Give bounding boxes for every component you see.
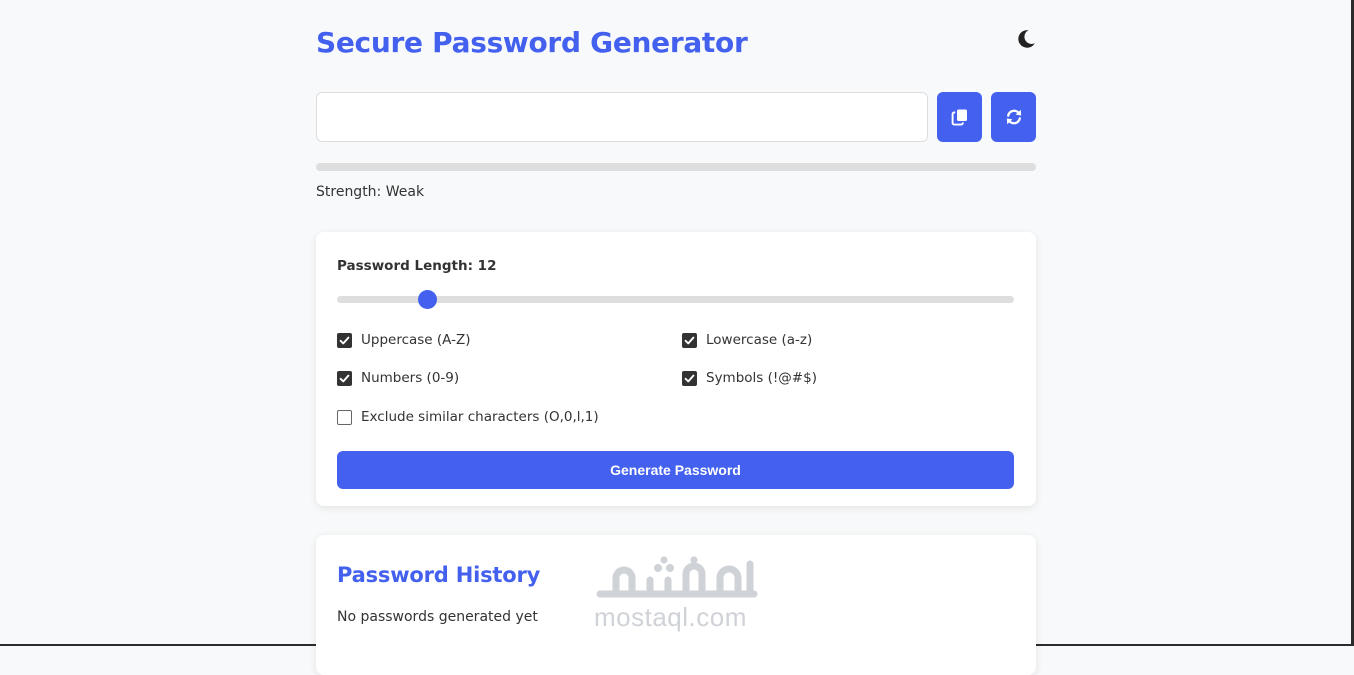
option-exclude-similar[interactable]: Exclude similar characters (O,0,l,1) <box>337 408 1012 426</box>
copy-button[interactable] <box>937 92 982 142</box>
page-title: Secure Password Generator <box>316 25 748 59</box>
app-container: Secure Password Generator Strength: Weak… <box>316 0 1036 675</box>
settings-card: Password Length: 12 Uppercase (A-Z) Lowe… <box>316 232 1036 506</box>
uppercase-label: Uppercase (A-Z) <box>361 332 471 348</box>
checkmark-icon <box>339 374 350 382</box>
option-lowercase[interactable]: Lowercase (a-z) <box>682 331 1012 349</box>
password-length-slider[interactable] <box>337 290 1014 309</box>
refresh-button[interactable] <box>991 92 1036 142</box>
option-uppercase[interactable]: Uppercase (A-Z) <box>337 331 682 349</box>
symbols-checkbox[interactable] <box>682 370 697 386</box>
moon-icon <box>1018 30 1035 48</box>
refresh-icon <box>1006 109 1021 125</box>
exclude-similar-checkbox[interactable] <box>337 409 352 425</box>
theme-toggle-button[interactable] <box>1014 27 1038 51</box>
lowercase-label: Lowercase (a-z) <box>706 332 813 348</box>
history-empty-message: No passwords generated yet <box>337 609 538 625</box>
strength-label: Strength: Weak <box>316 184 425 200</box>
history-card: Password History No passwords generated … <box>316 535 1036 675</box>
generate-password-button[interactable]: Generate Password <box>337 451 1014 489</box>
lowercase-checkbox[interactable] <box>682 332 697 348</box>
character-options: Uppercase (A-Z) Lowercase (a-z) Numbers … <box>337 331 1015 426</box>
app-header: Secure Password Generator <box>316 0 1036 84</box>
password-output-row <box>316 92 1036 142</box>
option-symbols[interactable]: Symbols (!@#$) <box>682 369 1012 387</box>
checkmark-icon <box>339 336 350 344</box>
strength-meter <box>316 163 1036 171</box>
option-numbers[interactable]: Numbers (0-9) <box>337 369 682 387</box>
uppercase-checkbox[interactable] <box>337 332 352 348</box>
password-output-field[interactable] <box>316 92 928 142</box>
symbols-label: Symbols (!@#$) <box>706 370 817 386</box>
history-title: Password History <box>337 563 541 587</box>
numbers-label: Numbers (0-9) <box>361 370 460 386</box>
numbers-checkbox[interactable] <box>337 370 352 386</box>
slider-handle[interactable] <box>417 290 437 309</box>
checkmark-icon <box>684 336 695 344</box>
checkmark-icon <box>684 374 695 382</box>
password-length-label: Password Length: 12 <box>337 258 497 274</box>
exclude-similar-label: Exclude similar characters (O,0,l,1) <box>361 409 599 425</box>
copy-icon <box>951 109 967 126</box>
